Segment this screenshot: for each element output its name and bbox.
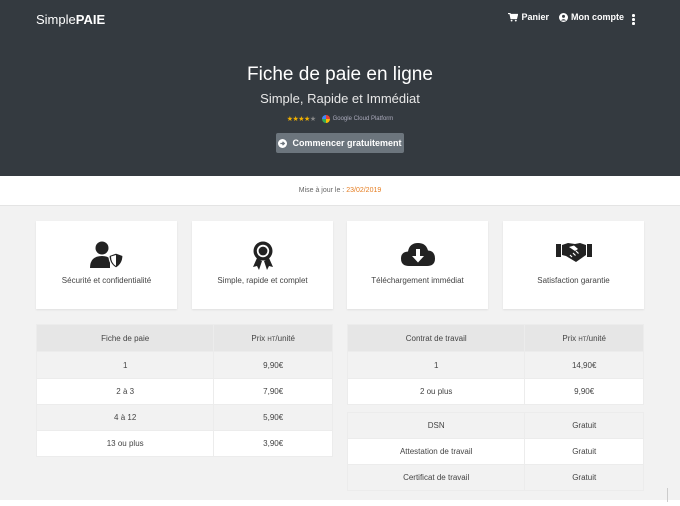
price-cell: 9,90€: [524, 378, 644, 405]
table-row: 2 à 3 7,90€: [35, 378, 333, 405]
start-free-button[interactable]: Commencer gratuitement: [276, 133, 404, 153]
price-cell: 9,90€: [213, 351, 333, 379]
price-cell: 14,90€: [524, 351, 644, 379]
price-cell: Gratuit: [524, 438, 644, 465]
handshake-icon: [555, 243, 592, 262]
payslip-pricing-table: Fiche de paie Prix HT/unité 1 9,90€ 2 à …: [35, 324, 333, 457]
price-cell: 7,90€: [213, 378, 333, 405]
rating-row: ★★★★★ Google Cloud Platform: [0, 115, 680, 123]
quantity-cell: 4 à 12: [35, 404, 215, 431]
document-cell: Attestation de travail: [346, 438, 526, 465]
account-icon: [559, 12, 568, 22]
feature-card-download: Téléchargement immédiat: [347, 221, 488, 309]
google-cloud-icon: [321, 115, 330, 123]
document-cell: Certificat de travail: [346, 464, 526, 491]
quantity-cell: 1: [346, 351, 526, 379]
arrow-circle-right-icon: [278, 138, 288, 148]
hero-header: SimplePAIE Panier Mon compte Fiche de pa…: [0, 0, 680, 176]
update-label: Mise à jour le :: [298, 187, 345, 194]
column-header: Contrat de travail: [346, 324, 526, 352]
update-date: 23/02/2019: [346, 187, 382, 194]
table-header-row: Contrat de travail Prix HT/unité: [346, 324, 644, 352]
feature-label: Téléchargement immédiat: [371, 276, 464, 285]
table-row: 2 ou plus 9,90€: [346, 378, 644, 405]
top-nav: Panier Mon compte: [498, 12, 624, 22]
table-row: 13 ou plus 3,90€: [35, 430, 333, 457]
feature-label: Sécurité et confidentialité: [61, 276, 152, 285]
cloud-download-icon: [400, 243, 435, 266]
column-header: Prix HT/unité: [213, 324, 333, 352]
free-documents-table: DSN Gratuit Attestation de travail Gratu…: [346, 412, 644, 491]
feature-card-simple: Simple, rapide et complet: [192, 221, 333, 309]
document-cell: DSN: [346, 412, 526, 439]
update-info: Mise à jour le : 23/02/2019: [0, 176, 680, 206]
table-row: Certificat de travail Gratuit: [346, 464, 644, 491]
partner-label: Google Cloud Platform: [332, 116, 394, 122]
contract-pricing-table: Contrat de travail Prix HT/unité 1 14,90…: [346, 324, 644, 405]
account-link[interactable]: Mon compte: [559, 12, 624, 22]
price-cell: Gratuit: [524, 412, 644, 439]
cart-label: Panier: [521, 12, 549, 22]
table-row: 4 à 12 5,90€: [35, 404, 333, 431]
table-header-row: Fiche de paie Prix HT/unité: [35, 324, 333, 352]
price-cell: Gratuit: [524, 464, 644, 491]
start-free-label: Commencer gratuitement: [292, 138, 402, 148]
cart-icon: [508, 12, 519, 21]
user-shield-icon: [89, 241, 124, 269]
feature-label: Simple, rapide et complet: [217, 276, 308, 285]
more-menu-icon[interactable]: [632, 14, 636, 25]
table-row: Attestation de travail Gratuit: [346, 438, 644, 465]
feature-label: Satisfaction garantie: [537, 276, 610, 285]
page-footer-edge: [0, 500, 680, 506]
table-row: DSN Gratuit: [346, 412, 644, 439]
quantity-cell: 1: [35, 351, 215, 379]
account-label: Mon compte: [571, 12, 624, 22]
column-header: Fiche de paie: [35, 324, 215, 352]
feature-card-satisfaction: Satisfaction garantie: [503, 221, 644, 309]
brand-logo[interactable]: SimplePAIE: [36, 12, 105, 27]
table-row: 1 9,90€: [35, 351, 333, 379]
price-cell: 5,90€: [213, 404, 333, 431]
page-title: Fiche de paie en ligne: [247, 64, 433, 85]
star-rating-icon: ★★★★★: [286, 116, 316, 123]
quantity-cell: 13 ou plus: [35, 430, 215, 457]
quantity-cell: 2 ou plus: [346, 378, 526, 405]
scrollbar[interactable]: [667, 488, 668, 502]
award-ribbon-icon: [252, 241, 273, 270]
quantity-cell: 2 à 3: [35, 378, 215, 405]
price-cell: 3,90€: [213, 430, 333, 457]
page-subtitle: Simple, Rapide et Immédiat: [260, 91, 420, 106]
feature-card-security: Sécurité et confidentialité: [36, 221, 177, 309]
column-header: Prix HT/unité: [524, 324, 644, 352]
cart-link[interactable]: Panier: [508, 12, 549, 22]
table-row: 1 14,90€: [346, 351, 644, 379]
